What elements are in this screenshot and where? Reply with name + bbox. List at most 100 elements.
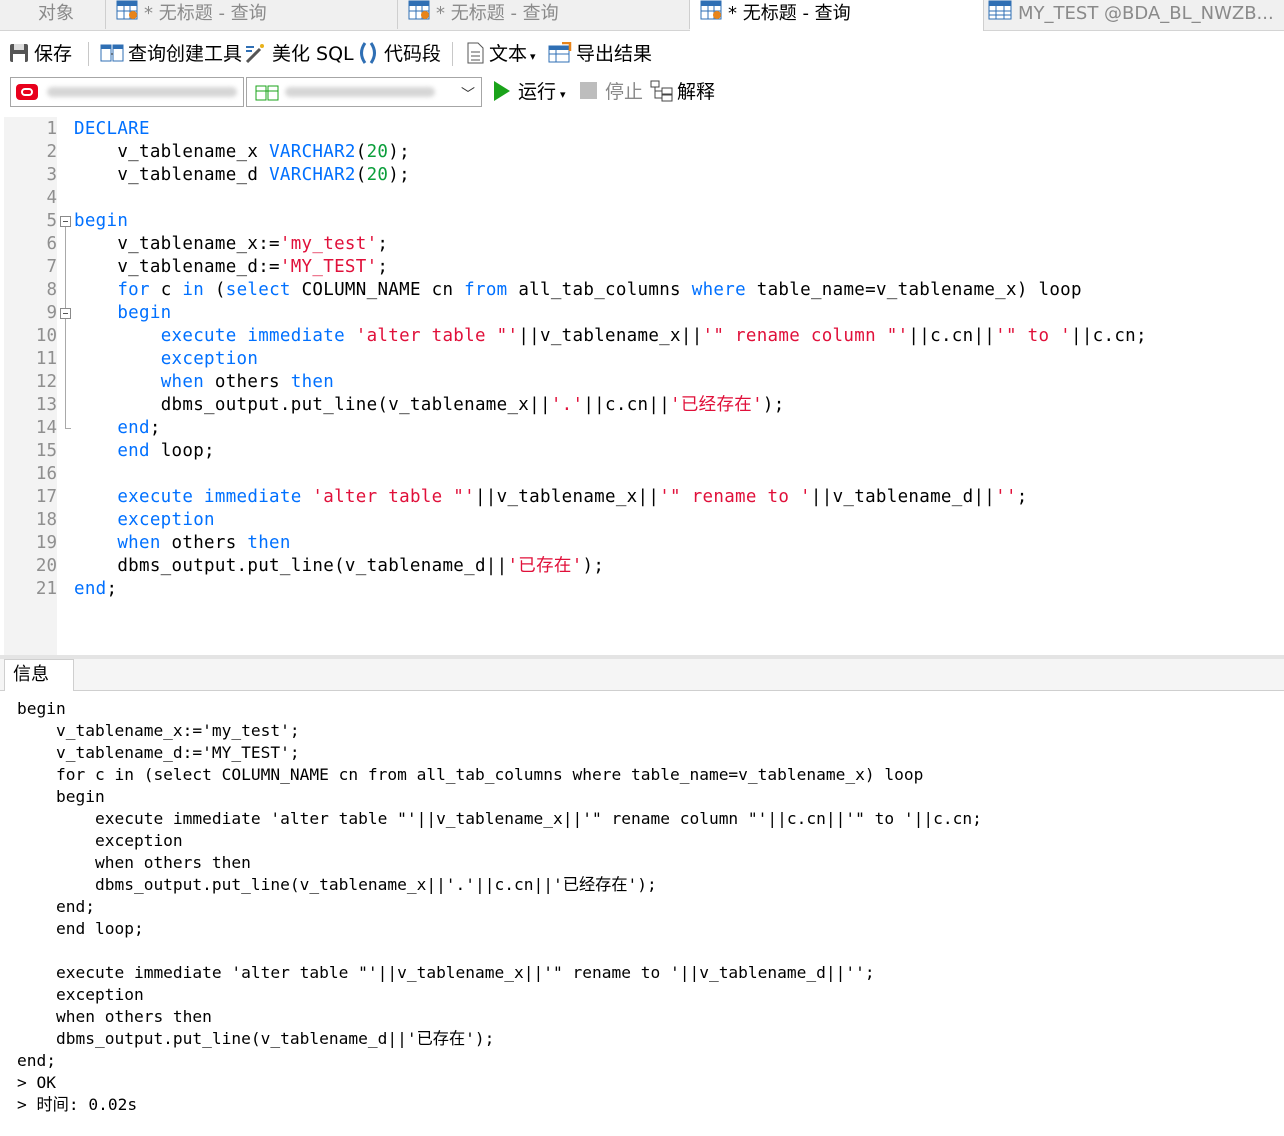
- line-number: 20: [35, 556, 57, 576]
- save-icon: [10, 43, 28, 62]
- line-number: 3: [46, 165, 57, 185]
- message-line: dbms_output.put_line(v_tablename_d||'已存在…: [17, 1029, 495, 1048]
- redacted-schema-name: [285, 87, 435, 97]
- code-line: v_tablename_d:='MY_TEST';: [117, 257, 389, 277]
- line-number: 7: [46, 257, 57, 277]
- message-line: exception: [17, 985, 144, 1004]
- table-icon: [988, 0, 1012, 28]
- code-line: dbms_output.put_line(v_tablename_x||'.'|…: [160, 395, 785, 415]
- code-line: when others then: [160, 372, 335, 392]
- message-line: execute immediate 'alter table "'||v_tab…: [17, 809, 982, 828]
- chevron-down-icon: ﹀: [461, 87, 475, 103]
- code-line: end;: [74, 579, 118, 599]
- code-line: v_tablename_d VARCHAR2(20);: [117, 165, 410, 185]
- tab-query-1[interactable]: * 无标题 - 查询: [106, 0, 398, 29]
- beautify-sql-label: 美化 SQL: [272, 43, 354, 65]
- line-number: 19: [35, 533, 57, 553]
- chevron-down-icon: ▾: [560, 88, 566, 101]
- export-results-label: 导出结果: [576, 43, 653, 65]
- parentheses-icon: [360, 41, 376, 64]
- code-line: exception: [160, 349, 259, 369]
- redacted-connection-name: [47, 87, 237, 97]
- line-number-gutter: 1 2 3 4 5 6 7 8 9 10 11 12 13 14 15 16 1…: [4, 117, 57, 655]
- play-icon: [494, 80, 510, 101]
- tab-label: * 无标题 - 查询: [144, 3, 267, 24]
- message-line: end loop;: [17, 919, 144, 938]
- code-line: for c in (select COLUMN_NAME cn from all…: [117, 280, 1082, 300]
- line-number: 21: [35, 579, 57, 599]
- message-output: begin v_tablename_x:='my_test'; v_tablen…: [17, 698, 982, 1116]
- code-line: exception: [117, 510, 215, 530]
- oracle-icon: [16, 84, 38, 100]
- code-line: v_tablename_x VARCHAR2(20);: [117, 142, 410, 162]
- message-line: > 时间: 0.02s: [17, 1095, 138, 1114]
- code-line: end;: [117, 418, 161, 438]
- sql-editor[interactable]: 1 2 3 4 5 6 7 8 9 10 11 12 13 14 15 16 1…: [4, 117, 1284, 655]
- stop-icon: [580, 82, 597, 99]
- code-area[interactable]: DECLARE v_tablename_x VARCHAR2(20); v_ta…: [74, 118, 1147, 601]
- line-number: 12: [35, 372, 57, 392]
- tab-query-active[interactable]: * 无标题 - 查询: [690, 0, 984, 31]
- query-builder-icon: [100, 44, 124, 61]
- explain-button[interactable]: 解释: [650, 78, 715, 106]
- fold-guide: [65, 319, 66, 429]
- message-line: when others then: [17, 853, 251, 872]
- code-line: v_tablename_x:='my_test';: [117, 234, 389, 254]
- code-line: begin: [74, 211, 129, 231]
- line-number: 15: [35, 441, 57, 461]
- export-icon: [548, 41, 572, 62]
- main-toolbar: 保存 查询创建工具 美化 SQL 代码段 文本 ▾ 导出结果: [0, 34, 1284, 74]
- text-label: 文本: [489, 43, 528, 65]
- query-builder-label: 查询创建工具: [128, 43, 243, 65]
- code-line: dbms_output.put_line(v_tablename_d||'已存在…: [117, 556, 605, 576]
- fold-toggle[interactable]: [60, 308, 71, 319]
- line-number: 13: [35, 395, 57, 415]
- message-line: end;: [17, 897, 95, 916]
- tab-table-my-test[interactable]: MY_TEST @BDA_BL_NWZB...: [984, 0, 1284, 29]
- export-results-button[interactable]: 导出结果: [548, 38, 652, 70]
- line-number: 6: [46, 234, 57, 254]
- beautify-sql-button[interactable]: 美化 SQL: [244, 38, 354, 70]
- code-line: execute immediate 'alter table "'||v_tab…: [117, 487, 1028, 507]
- stop-button[interactable]: 停止: [580, 78, 643, 106]
- query-builder-button[interactable]: 查询创建工具: [100, 38, 242, 70]
- fold-guide-end: [65, 428, 71, 429]
- save-button[interactable]: 保存: [8, 38, 72, 70]
- schema-select[interactable]: ﹀: [246, 77, 482, 107]
- code-line: execute immediate 'alter table "'||v_tab…: [160, 326, 1147, 346]
- code-snippet-label: 代码段: [384, 43, 442, 65]
- explain-plan-icon: [650, 80, 673, 101]
- message-line: dbms_output.put_line(v_tablename_x||'.'|…: [17, 875, 657, 894]
- run-button[interactable]: 运行 ▾: [494, 78, 566, 106]
- message-line: execute immediate 'alter table "'||v_tab…: [17, 963, 875, 982]
- line-number: 17: [35, 487, 57, 507]
- toolbar-divider: [88, 42, 89, 66]
- run-label: 运行: [518, 81, 557, 103]
- line-number: 11: [35, 349, 57, 369]
- fold-toggle[interactable]: [60, 216, 71, 227]
- result-tabs: 信息: [0, 659, 1284, 691]
- tab-label: * 无标题 - 查询: [728, 3, 851, 24]
- code-line: DECLARE: [74, 119, 150, 139]
- tab-bar: 对象 * 无标题 - 查询 * 无标题 - 查询 * 无标题 - 查询 MY_T…: [0, 0, 1284, 31]
- tab-messages[interactable]: 信息: [4, 659, 74, 691]
- code-line: when others then: [117, 533, 291, 553]
- message-line: when others then: [17, 1007, 212, 1026]
- query-table-icon: [408, 0, 430, 28]
- tab-objects[interactable]: 对象: [0, 0, 106, 29]
- message-line: > OK: [17, 1073, 56, 1092]
- tab-label: MY_TEST @BDA_BL_NWZB...: [1018, 3, 1274, 24]
- code-line: begin: [117, 303, 172, 323]
- line-number: 16: [35, 464, 57, 484]
- line-number: 1: [46, 119, 57, 139]
- connection-select[interactable]: [10, 77, 244, 107]
- text-dropdown-button[interactable]: 文本 ▾: [465, 38, 536, 70]
- stop-label: 停止: [605, 81, 644, 103]
- code-snippet-button[interactable]: 代码段: [356, 38, 441, 70]
- line-number: 14: [35, 418, 57, 438]
- tab-query-2[interactable]: * 无标题 - 查询: [398, 0, 690, 29]
- message-line: begin: [17, 787, 105, 806]
- tab-label: * 无标题 - 查询: [436, 3, 559, 24]
- message-line: [17, 940, 982, 962]
